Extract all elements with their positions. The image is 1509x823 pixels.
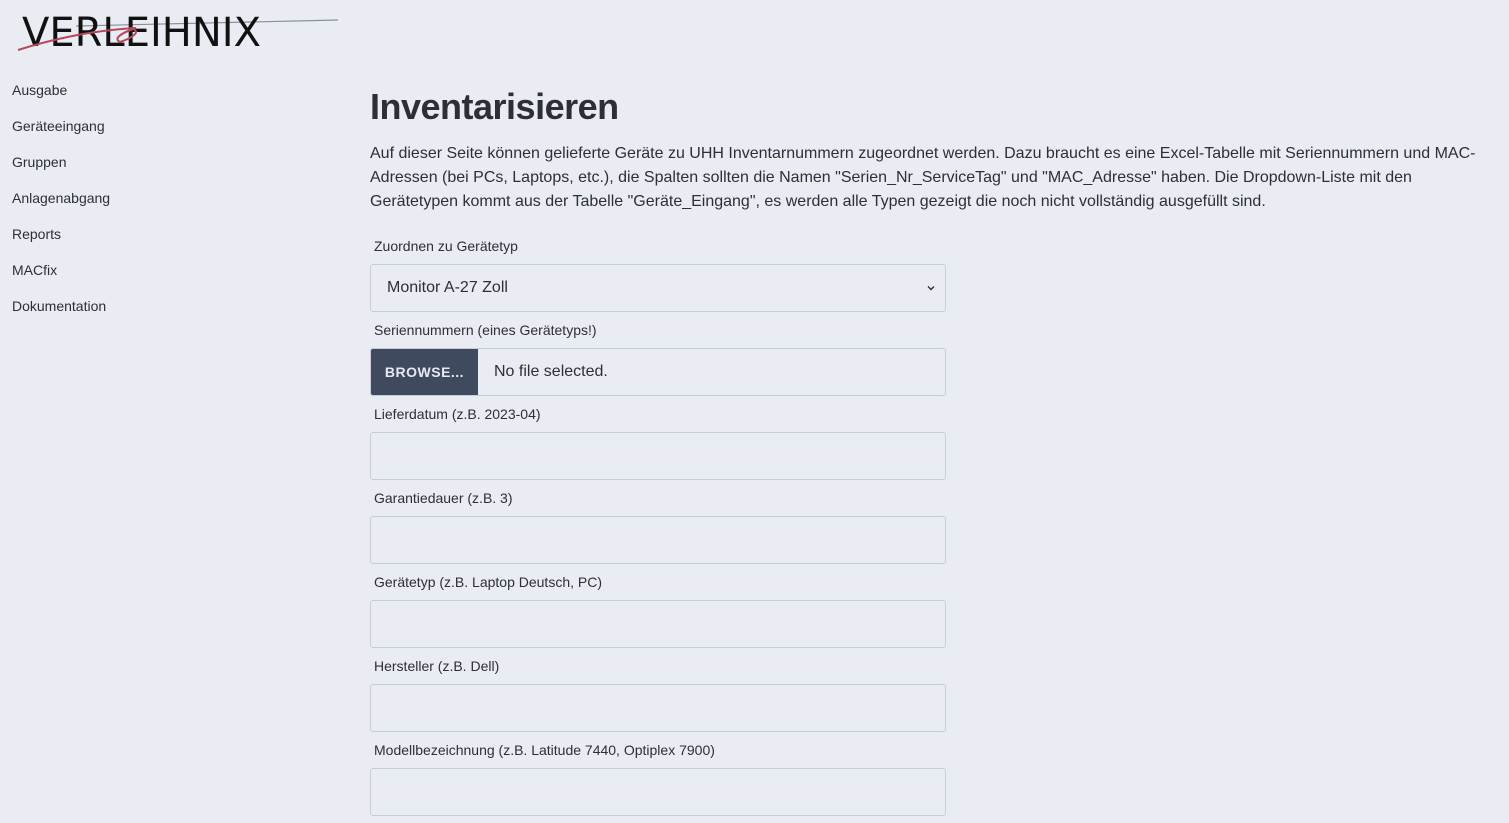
type-input[interactable] (370, 600, 946, 648)
browse-button[interactable]: BROWSE... (371, 349, 478, 395)
type-label: Gerätetyp (z.B. Laptop Deutsch, PC) (374, 574, 602, 590)
sidebar: Ausgabe Geräteeingang Gruppen Anlagenabg… (12, 80, 212, 332)
page: VERLEIHNIX Ausgabe Geräteeingang Gruppen… (0, 0, 1509, 823)
manufacturer-input[interactable] (370, 684, 946, 732)
serials-label: Seriennummern (eines Gerätetyps!) (374, 322, 597, 338)
delivery-date-input[interactable] (370, 432, 946, 480)
device-type-value: Monitor A-27 Zoll (387, 279, 508, 296)
intro-text: Auf dieser Seite können gelieferte Gerät… (370, 145, 1476, 210)
type-field: Gerätetyp (z.B. Laptop Deutsch, PC) (370, 572, 946, 648)
warranty-label: Garantiedauer (z.B. 3) (374, 490, 513, 506)
device-type-field: Zuordnen zu Gerätetyp Monitor A-27 Zoll (370, 236, 946, 312)
model-field: Modellbezeichnung (z.B. Latitude 7440, O… (370, 740, 946, 816)
sidebar-item-anlagenabgang[interactable]: Anlagenabgang (12, 188, 212, 208)
sidebar-item-macfix[interactable]: MACfix (12, 260, 212, 280)
manufacturer-label: Hersteller (z.B. Dell) (374, 658, 500, 674)
serials-file-input[interactable]: BROWSE... No file selected. (370, 348, 946, 396)
delivery-date-field: Lieferdatum (z.B. 2023-04) (370, 404, 946, 480)
logo[interactable]: VERLEIHNIX (16, 8, 346, 58)
file-status: No file selected. (494, 363, 608, 380)
sidebar-item-reports[interactable]: Reports (12, 224, 212, 244)
inventory-form: Zuordnen zu Gerätetyp Monitor A-27 Zoll … (370, 236, 946, 816)
delivery-date-label: Lieferdatum (z.B. 2023-04) (374, 406, 541, 422)
logo-mark: VERLEIHNIX (17, 10, 339, 56)
sidebar-item-gruppen[interactable]: Gruppen (12, 152, 212, 172)
warranty-input[interactable] (370, 516, 946, 564)
model-label: Modellbezeichnung (z.B. Latitude 7440, O… (374, 742, 715, 758)
main-content: Inventarisieren Auf dieser Seite können … (370, 82, 1502, 823)
logo-text: VERLEIHNIX (22, 10, 261, 56)
sidebar-item-dokumentation[interactable]: Dokumentation (12, 296, 212, 316)
model-input[interactable] (370, 768, 946, 816)
sidebar-item-ausgabe[interactable]: Ausgabe (12, 80, 212, 100)
chevron-down-icon (925, 282, 937, 294)
device-type-label: Zuordnen zu Gerätetyp (374, 238, 518, 254)
sidebar-item-geraeteeingang[interactable]: Geräteeingang (12, 116, 212, 136)
manufacturer-field: Hersteller (z.B. Dell) (370, 656, 946, 732)
device-type-select[interactable]: Monitor A-27 Zoll (370, 264, 946, 312)
warranty-field: Garantiedauer (z.B. 3) (370, 488, 946, 564)
page-title: Inventarisieren (370, 86, 619, 127)
serials-field: Seriennummern (eines Gerätetyps!) BROWSE… (370, 320, 946, 396)
